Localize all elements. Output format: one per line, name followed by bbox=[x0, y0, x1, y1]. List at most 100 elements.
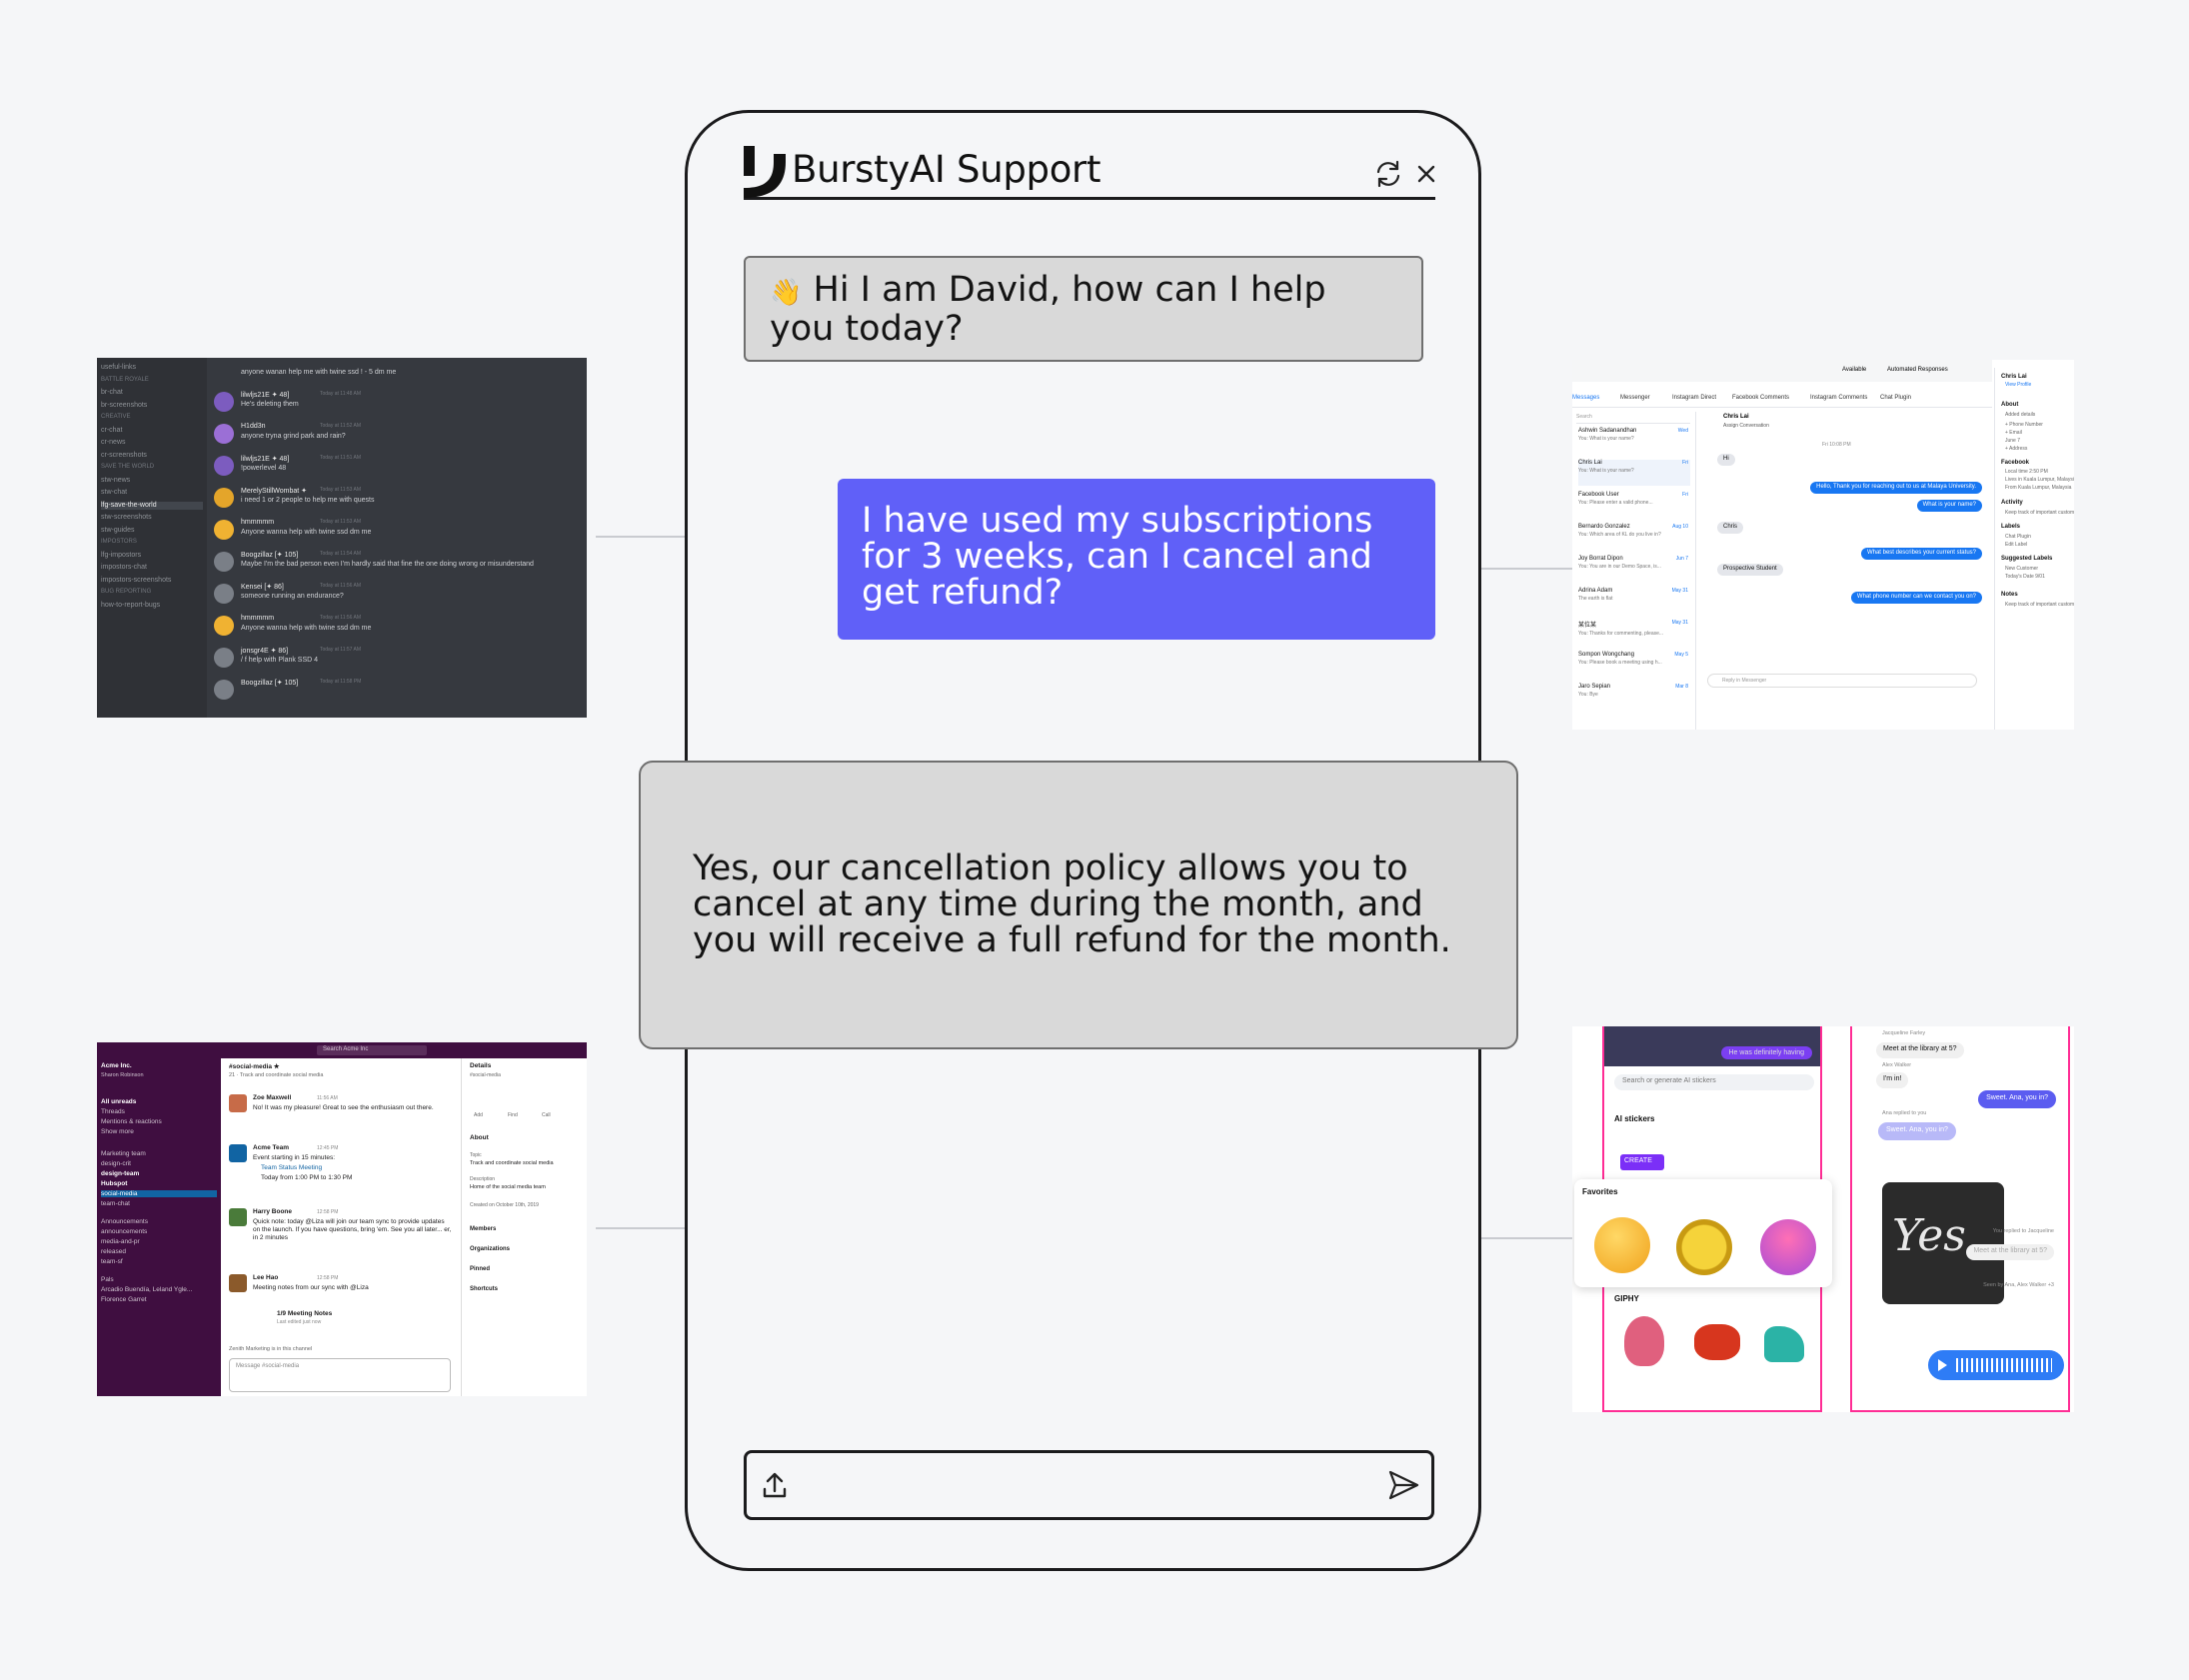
slack-sidebar-item[interactable]: released bbox=[101, 1248, 126, 1255]
discord-username[interactable]: lilwljs21E ✦ 48] bbox=[241, 391, 289, 399]
discord-channel[interactable]: br-screenshots bbox=[101, 402, 147, 410]
inbox-conversation[interactable]: Adrina Adam The earth is flat May 31 bbox=[1578, 588, 1690, 614]
slack-message-author[interactable]: Harry Boone bbox=[253, 1208, 292, 1215]
discord-channel[interactable]: how-to-report-bugs bbox=[101, 602, 160, 610]
giphy-sticker-bunny[interactable] bbox=[1624, 1316, 1664, 1366]
slack-sidebar-item[interactable]: social-media bbox=[101, 1190, 217, 1197]
view-profile-link[interactable]: View Profile bbox=[2005, 382, 2031, 388]
discord-channel[interactable]: stw-guides bbox=[101, 527, 134, 535]
send-icon[interactable] bbox=[1383, 1465, 1423, 1505]
inbox-tab[interactable]: Instagram Comments bbox=[1810, 395, 1867, 401]
chat-message-input[interactable] bbox=[803, 1463, 1372, 1507]
assign-conversation[interactable]: Assign Conversation bbox=[1723, 423, 1769, 429]
close-icon[interactable] bbox=[1410, 158, 1442, 190]
slack-file-name[interactable]: 1/9 Meeting Notes bbox=[277, 1310, 332, 1317]
giphy-sticker-shoe[interactable] bbox=[1764, 1326, 1804, 1362]
slack-sidebar-item[interactable]: Threads bbox=[101, 1108, 125, 1115]
slack-details-action[interactable]: Add bbox=[474, 1112, 483, 1118]
voice-message[interactable] bbox=[1928, 1350, 2064, 1380]
details-field[interactable]: June 7 bbox=[2005, 438, 2020, 444]
slack-details-section[interactable]: Pinned bbox=[470, 1266, 490, 1272]
inbox-conversation[interactable]: Bernardo Gonzalez You: Which area of KL d… bbox=[1578, 524, 1690, 550]
slack-sidebar-item[interactable]: Florence Garret bbox=[101, 1296, 147, 1303]
slack-sidebar-item[interactable]: design-crit bbox=[101, 1160, 131, 1167]
discord-channel[interactable]: impostors-chat bbox=[101, 564, 147, 572]
discord-timestamp: Today at 11:48 AM bbox=[320, 391, 362, 397]
inbox-tab[interactable]: Chat Plugin bbox=[1880, 395, 1911, 401]
sticker-winking-face[interactable] bbox=[1594, 1217, 1650, 1273]
slack-sidebar-item[interactable]: media-and-pr bbox=[101, 1238, 140, 1245]
sticker-cupcake[interactable] bbox=[1760, 1219, 1816, 1275]
discord-channel[interactable]: stw-screenshots bbox=[101, 514, 152, 522]
discord-username[interactable]: MerelyStillWombat ✦ bbox=[241, 487, 307, 495]
sticker-sun[interactable] bbox=[1676, 1219, 1732, 1275]
slack-sidebar-item[interactable]: Pals bbox=[101, 1276, 114, 1283]
discord-channel[interactable]: lfg-save-the-world bbox=[101, 501, 203, 510]
slack-composer[interactable]: Message #social-media bbox=[229, 1358, 451, 1392]
slack-details-section[interactable]: Members bbox=[470, 1226, 496, 1232]
discord-channel[interactable]: cr-news bbox=[101, 439, 126, 447]
play-icon[interactable] bbox=[1938, 1359, 1947, 1371]
inbox-tab[interactable]: Instagram Direct bbox=[1672, 395, 1716, 401]
slack-message-author[interactable]: Acme Team bbox=[253, 1144, 289, 1151]
slack-sidebar-item[interactable]: team-chat bbox=[101, 1200, 130, 1207]
slack-details-action[interactable]: Call bbox=[542, 1112, 551, 1118]
upload-icon[interactable] bbox=[755, 1465, 795, 1505]
sticker-search[interactable]: Search or generate AI stickers bbox=[1614, 1074, 1814, 1090]
slack-details-section[interactable]: Organizations bbox=[470, 1246, 510, 1252]
slack-event-title[interactable]: Team Status Meeting bbox=[261, 1164, 322, 1171]
discord-timestamp: Today at 11:52 AM bbox=[320, 423, 362, 429]
details-field[interactable]: + Phone Number bbox=[2005, 422, 2043, 428]
discord-username[interactable]: Kensei [✦ 86] bbox=[241, 583, 284, 591]
slack-sidebar-item[interactable]: Marketing team bbox=[101, 1150, 146, 1157]
inbox-tab[interactable]: Facebook Comments bbox=[1732, 395, 1789, 401]
slack-search[interactable]: Search Acme Inc bbox=[317, 1045, 427, 1055]
discord-username[interactable]: Boogzillaz [✦ 105] bbox=[241, 551, 298, 559]
inbox-tab[interactable]: Messages bbox=[1572, 395, 1599, 401]
slack-details-section[interactable]: Shortcuts bbox=[470, 1286, 498, 1292]
slack-sidebar-item[interactable]: All unreads bbox=[101, 1098, 136, 1105]
slack-message-author[interactable]: Lee Hao bbox=[253, 1274, 278, 1281]
giphy-sticker-lobster[interactable] bbox=[1694, 1324, 1740, 1360]
slack-sidebar-item[interactable]: Mentions & reactions bbox=[101, 1118, 162, 1125]
details-field[interactable]: + Email bbox=[2005, 430, 2022, 436]
inbox-conversation[interactable]: Jaro Sepian You: Bye Mar 8 bbox=[1578, 684, 1690, 710]
inbox-conversation[interactable]: Facebook User You: Please enter a valid p… bbox=[1578, 492, 1690, 518]
reply-input[interactable]: Reply in Messenger bbox=[1707, 674, 1977, 688]
discord-channel[interactable]: stw-news bbox=[101, 477, 130, 485]
inbox-tab[interactable]: Messenger bbox=[1620, 395, 1650, 401]
discord-username[interactable]: Boogzillaz [✦ 105] bbox=[241, 679, 298, 687]
slack-sidebar-item[interactable]: team-sf bbox=[101, 1258, 123, 1265]
slack-details-action[interactable]: Find bbox=[508, 1112, 518, 1118]
discord-channel[interactable]: cr-chat bbox=[101, 427, 122, 435]
discord-channel[interactable]: useful-links bbox=[101, 364, 136, 372]
inbox-conversation[interactable]: Sompon Wongchang You: Please book a meeti… bbox=[1578, 652, 1690, 678]
discord-username[interactable]: hmmmmm bbox=[241, 615, 274, 622]
discord-channel[interactable]: stw-chat bbox=[101, 489, 127, 497]
slack-sidebar-item[interactable]: announcements bbox=[101, 1228, 147, 1235]
discord-username[interactable]: lilwljs21E ✦ 48] bbox=[241, 455, 289, 463]
bot-message-text: Hi I am David, how can I help you today? bbox=[770, 270, 1326, 349]
discord-username[interactable]: H1dd3n bbox=[241, 423, 266, 430]
details-field[interactable]: + Address bbox=[2005, 446, 2027, 452]
inbox-search[interactable]: Search bbox=[1576, 414, 1690, 424]
slack-message-author[interactable]: Zoe Maxwell bbox=[253, 1094, 291, 1101]
refresh-icon[interactable] bbox=[1372, 158, 1404, 190]
inbox-conversation[interactable]: Ashwin Sadanandhan You: What is your name… bbox=[1578, 428, 1690, 454]
slack-sidebar-item[interactable]: Arcadio Buendía, Leland Ygle... bbox=[101, 1286, 192, 1293]
discord-channel[interactable]: cr-screenshots bbox=[101, 452, 147, 460]
inbox-conversation[interactable]: Chris Lai You: What is your name? Fri bbox=[1578, 460, 1690, 486]
slack-workspace[interactable]: Acme Inc. bbox=[101, 1062, 132, 1069]
slack-sidebar-item[interactable]: design-team bbox=[101, 1170, 139, 1177]
create-sticker-button[interactable]: CREATE bbox=[1620, 1154, 1664, 1170]
discord-channel[interactable]: lfg-impostors bbox=[101, 552, 141, 560]
slack-sidebar-item[interactable]: Show more bbox=[101, 1128, 134, 1135]
inbox-conversation[interactable]: Joy Borrat Dipon You: You are in our Demo… bbox=[1578, 556, 1690, 582]
discord-username[interactable]: hmmmmm bbox=[241, 519, 274, 526]
inbox-conversation[interactable]: 某位某 You: Thanks for commenting, please...… bbox=[1578, 620, 1690, 646]
slack-sidebar-item[interactable]: Announcements bbox=[101, 1218, 148, 1225]
slack-sidebar-item[interactable]: Hubspot bbox=[101, 1180, 127, 1187]
discord-channel[interactable]: impostors-screenshots bbox=[101, 577, 171, 585]
discord-username[interactable]: jonsgr4E ✦ 86] bbox=[241, 647, 288, 655]
discord-channel[interactable]: br-chat bbox=[101, 389, 123, 397]
